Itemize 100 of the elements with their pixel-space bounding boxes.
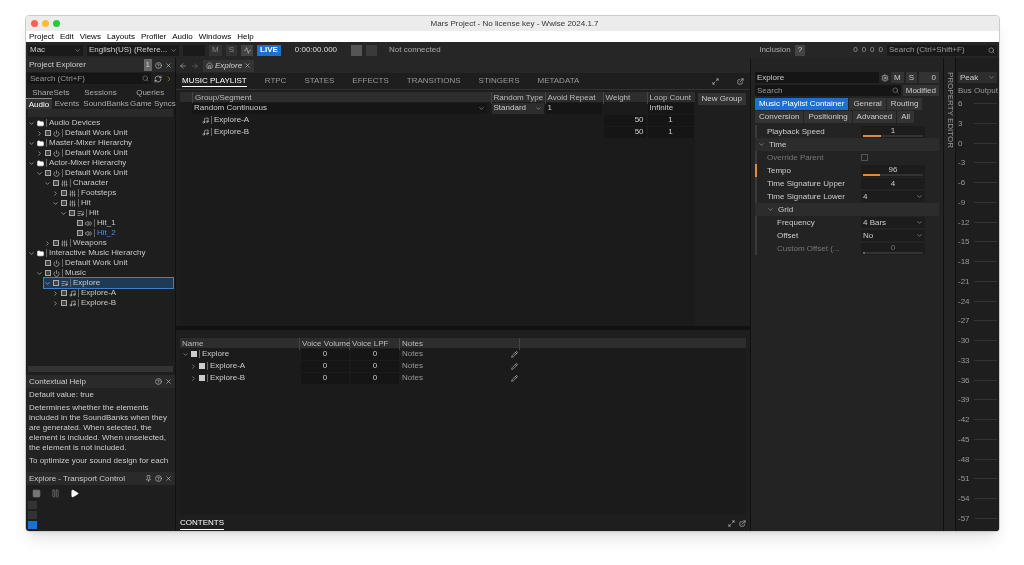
menu-item[interactable]: Views — [79, 30, 101, 43]
play-icon[interactable] — [70, 488, 79, 498]
chevron-right-icon[interactable] — [36, 149, 43, 157]
checkbox-icon[interactable] — [77, 220, 83, 226]
close-window-button[interactable] — [31, 20, 38, 27]
popout-icon[interactable] — [739, 519, 746, 527]
checkbox-icon[interactable] — [61, 300, 67, 306]
tree-item[interactable]: Default Work Unit — [36, 168, 173, 178]
checkbox-icon[interactable] — [199, 375, 205, 381]
chevron-down-icon[interactable] — [182, 350, 189, 358]
tree-item[interactable]: Explore-A — [52, 288, 173, 298]
tree-item[interactable]: Default Work Unit — [36, 128, 173, 138]
checkbox-icon[interactable] — [53, 240, 59, 246]
tree-item[interactable]: Character — [44, 178, 173, 188]
volume-field[interactable]: 0 — [301, 348, 349, 360]
close-icon[interactable] — [165, 61, 172, 69]
refresh-icon[interactable] — [154, 74, 162, 83]
chevron-down-icon[interactable] — [28, 249, 35, 257]
slider-field[interactable]: 96 — [861, 164, 925, 177]
dropdown[interactable]: No — [861, 230, 925, 241]
platform-dropdown[interactable]: Mac — [28, 44, 83, 56]
editor-tab[interactable]: RTPC — [264, 75, 287, 87]
graph-button[interactable] — [241, 44, 253, 56]
chevron-right-icon[interactable] — [52, 299, 59, 307]
property-tab[interactable]: Routing — [886, 98, 923, 110]
checkbox-icon[interactable] — [61, 200, 67, 206]
property-tab[interactable]: Music Playlist Container — [755, 98, 849, 110]
loop-count-field[interactable]: Infinite — [647, 102, 694, 114]
contents-tab[interactable]: CONTENTS — [180, 516, 224, 530]
close-icon[interactable] — [165, 378, 172, 385]
maximize-icon[interactable] — [728, 519, 735, 527]
chevron-right-icon[interactable] — [36, 129, 43, 137]
chevron-right-icon[interactable] — [52, 189, 59, 197]
group-dropdown[interactable]: Random Continuous — [192, 102, 487, 114]
checkbox-icon[interactable] — [69, 210, 75, 216]
close-icon[interactable] — [165, 475, 172, 482]
maximize-icon[interactable] — [712, 77, 719, 85]
checkbox-icon[interactable] — [191, 351, 197, 357]
name-field[interactable]: Explore — [755, 72, 879, 83]
chevron-down-icon[interactable] — [36, 269, 43, 277]
tree-item[interactable]: Footsteps — [52, 188, 173, 198]
chevron-right-icon[interactable] — [52, 289, 59, 297]
pencil-icon[interactable] — [511, 362, 518, 370]
editor-tab[interactable]: EFFECTS — [352, 75, 389, 87]
chevron-down-icon[interactable] — [60, 209, 67, 217]
settings-icon[interactable] — [881, 73, 889, 82]
checkbox-icon[interactable] — [45, 260, 51, 266]
random-type-dropdown[interactable]: Standard — [491, 102, 544, 114]
chevron-down-icon[interactable] — [36, 169, 43, 177]
checkbox-icon[interactable] — [45, 150, 51, 156]
checkbox-icon[interactable] — [45, 270, 51, 276]
live-button[interactable]: LIVE — [257, 44, 281, 56]
mute-button[interactable]: M — [891, 72, 904, 83]
tree-item[interactable]: Default Work Unit — [36, 258, 173, 268]
tree-item[interactable]: Master-Mixer Hierarchy — [28, 138, 173, 148]
mode-dropdown[interactable]: Peak — [958, 72, 997, 83]
language-dropdown[interactable]: English(US) (Refere... — [87, 44, 179, 56]
explorer-tab[interactable]: Game Syncs — [130, 98, 176, 109]
chevron-down-icon[interactable] — [28, 159, 35, 167]
search-field[interactable]: Search — [755, 85, 901, 96]
chevron-down-icon[interactable] — [28, 139, 35, 147]
tree-item[interactable]: Hit_1 — [68, 218, 173, 228]
mute-button[interactable]: M — [209, 44, 222, 56]
checkbox-icon[interactable] — [61, 290, 67, 296]
help-icon[interactable] — [155, 61, 162, 69]
menu-item[interactable]: Layouts — [106, 30, 135, 43]
pin-icon[interactable] — [145, 475, 152, 482]
property-tab[interactable]: Positioning — [804, 111, 852, 123]
tree-item[interactable]: Audio Devices — [28, 118, 173, 128]
editor-tab[interactable]: Explore — [203, 59, 255, 72]
tree-item[interactable]: Explore-B — [52, 298, 173, 308]
checkbox-icon[interactable] — [199, 363, 205, 369]
explorer-tab[interactable]: ShareSets — [26, 87, 76, 98]
stop-icon[interactable] — [32, 488, 41, 498]
menu-item[interactable]: Profiler — [140, 30, 167, 43]
connect-button[interactable] — [351, 44, 363, 56]
checkbox-icon[interactable] — [53, 280, 59, 286]
menu-item[interactable]: Audio — [172, 30, 193, 43]
chevron-down-icon[interactable] — [28, 119, 35, 127]
pause-icon[interactable] — [51, 488, 60, 498]
chevron-right-icon[interactable] — [190, 362, 197, 370]
checkbox-icon[interactable] — [61, 190, 67, 196]
tree-item[interactable]: Weapons — [44, 238, 173, 248]
avoid-repeat-field[interactable]: 1 — [545, 102, 602, 114]
close-icon[interactable] — [244, 62, 252, 69]
property-tab[interactable]: Advanced — [852, 111, 897, 123]
checkbox-icon[interactable] — [77, 230, 83, 236]
chevron-down-icon[interactable] — [44, 279, 51, 287]
tree-item[interactable]: Hit — [60, 208, 173, 218]
modified-button[interactable]: Modified — [902, 85, 939, 96]
explorer-tab[interactable]: SoundBanks — [82, 98, 130, 109]
editor-tab[interactable]: STINGERS — [478, 75, 520, 87]
solo-button[interactable]: S — [905, 72, 917, 83]
editor-tab[interactable]: TRANSITIONS — [406, 75, 461, 87]
spinner-field[interactable]: 4 — [861, 178, 925, 189]
weight-field[interactable]: 50 — [603, 114, 646, 126]
volume-field[interactable]: 0 — [301, 360, 349, 372]
lpf-field[interactable]: 0 — [351, 360, 399, 372]
menu-item[interactable]: Windows — [198, 30, 232, 43]
section-header[interactable]: Time — [755, 138, 939, 151]
